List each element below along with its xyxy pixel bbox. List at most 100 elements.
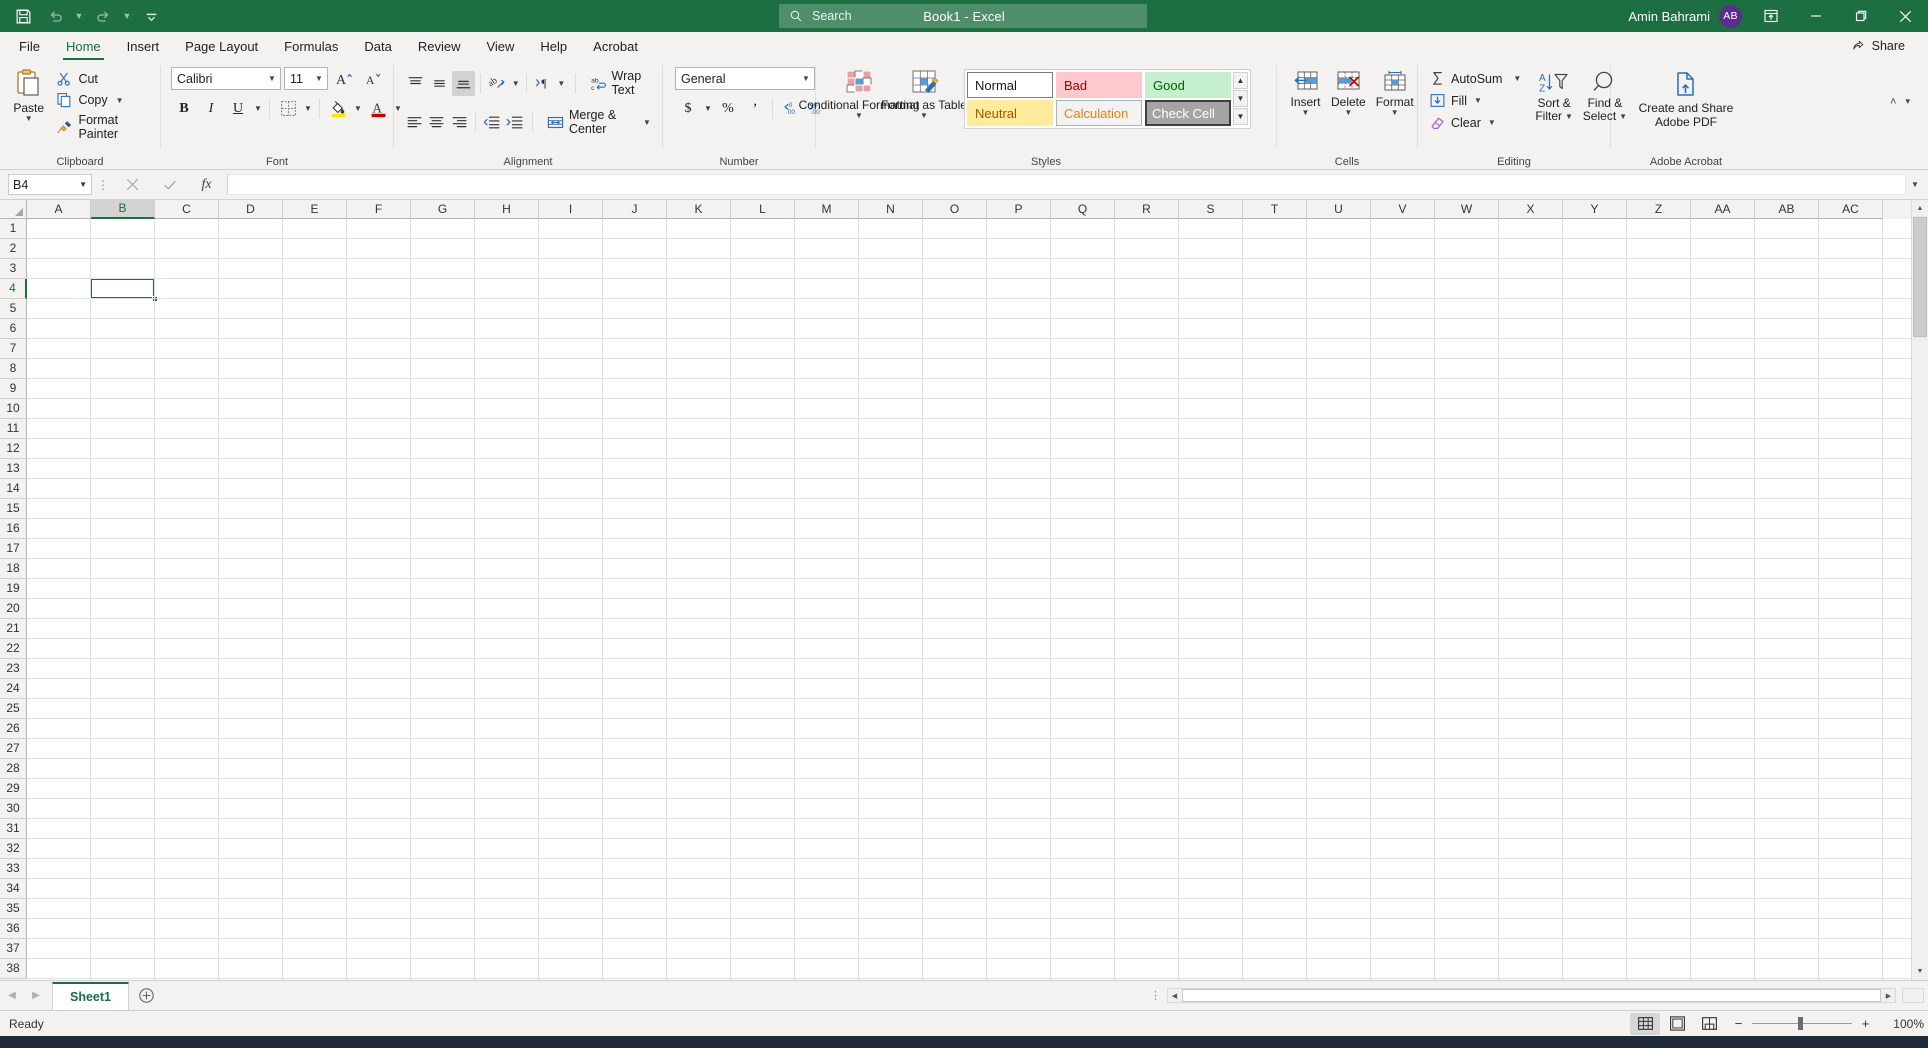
row-header-10[interactable]: 10 (0, 399, 27, 419)
row-header-18[interactable]: 18 (0, 559, 27, 579)
row-header-37[interactable]: 37 (0, 939, 27, 959)
clear-dropdown-icon[interactable]: ▼ (1488, 119, 1496, 127)
fill-dropdown-icon[interactable]: ▼ (1474, 97, 1482, 105)
scroll-up-icon[interactable]: ▲ (1912, 200, 1928, 217)
customize-qat-icon[interactable] (136, 3, 166, 29)
column-header-T[interactable]: T (1243, 200, 1307, 219)
fill-color-button[interactable] (325, 96, 351, 121)
select-all-button[interactable] (0, 200, 27, 219)
increase-decimal-button[interactable]: 0.00 (777, 96, 801, 121)
tab-view[interactable]: View (473, 34, 527, 60)
row-header-22[interactable]: 22 (0, 639, 27, 659)
row-header-23[interactable]: 23 (0, 659, 27, 679)
formula-input[interactable] (227, 174, 1906, 195)
format-as-table-button[interactable]: Format as Table ▼ (881, 66, 967, 120)
restore-button[interactable] (1838, 0, 1883, 32)
delete-cells-dropdown-icon[interactable]: ▼ (1344, 109, 1352, 117)
column-header-Z[interactable]: Z (1627, 200, 1691, 219)
decrease-font-size-button[interactable]: A (360, 66, 386, 91)
column-header-P[interactable]: P (987, 200, 1051, 219)
text-direction-dropdown-icon[interactable]: ▼ (556, 71, 567, 96)
row-header-7[interactable]: 7 (0, 339, 27, 359)
zoom-in-button[interactable]: + (1859, 1016, 1872, 1031)
column-header-AA[interactable]: AA (1691, 200, 1755, 219)
center-align-button[interactable] (426, 110, 447, 135)
decrease-indent-button[interactable] (481, 110, 502, 135)
column-header-H[interactable]: H (475, 200, 539, 219)
borders-dropdown-icon[interactable]: ▼ (302, 96, 314, 121)
chevron-down-icon[interactable]: ▼ (79, 180, 87, 189)
row-header-17[interactable]: 17 (0, 539, 27, 559)
format-cells-dropdown-icon[interactable]: ▼ (1391, 109, 1399, 117)
tab-data[interactable]: Data (351, 34, 404, 60)
sheet-split-handle[interactable]: ⋮ (1150, 989, 1161, 1002)
gallery-more-icon[interactable]: ▼ (1233, 108, 1248, 125)
align-left-button[interactable] (404, 110, 425, 135)
italic-button[interactable]: I (198, 96, 224, 121)
column-header-N[interactable]: N (859, 200, 923, 219)
row-header-21[interactable]: 21 (0, 619, 27, 639)
gallery-scroll-up-icon[interactable]: ▲ (1233, 72, 1248, 89)
autosum-dropdown-icon[interactable]: ▼ (1513, 75, 1521, 83)
tab-help[interactable]: Help (527, 34, 580, 60)
column-header-X[interactable]: X (1499, 200, 1563, 219)
delete-cells-button[interactable]: Delete ▼ (1326, 66, 1371, 117)
formula-bar-handle[interactable]: ⋮ (92, 178, 114, 192)
column-header-J[interactable]: J (603, 200, 667, 219)
increase-font-size-button[interactable]: A (331, 66, 357, 91)
column-header-D[interactable]: D (219, 200, 283, 219)
ribbon-options-icon[interactable]: ▾ (1905, 96, 1910, 107)
bold-button[interactable]: B (171, 96, 197, 121)
minimize-button[interactable] (1793, 0, 1838, 32)
borders-button[interactable] (275, 96, 301, 121)
sheet-tab-sheet1[interactable]: Sheet1 (52, 981, 129, 1010)
column-header-G[interactable]: G (411, 200, 475, 219)
column-header-O[interactable]: O (923, 200, 987, 219)
previous-sheet-button[interactable]: ◀ (0, 990, 24, 1001)
copy-dropdown-icon[interactable]: ▼ (116, 96, 124, 104)
row-header-5[interactable]: 5 (0, 299, 27, 319)
zoom-slider[interactable]: − + (1732, 1016, 1872, 1031)
column-header-AC[interactable]: AC (1819, 200, 1883, 219)
horizontal-scroll-thumb[interactable] (1182, 989, 1881, 1002)
text-direction-button[interactable]: ¶ (532, 71, 555, 96)
autosum-button[interactable]: AutoSum ▼ (1426, 68, 1526, 89)
row-header-4[interactable]: 4 (0, 279, 27, 299)
style-check-cell[interactable]: Check Cell (1145, 100, 1231, 126)
row-header-35[interactable]: 35 (0, 899, 27, 919)
cell-area[interactable] (27, 219, 1928, 980)
vertical-scroll-thumb[interactable] (1913, 217, 1927, 337)
undo-icon[interactable] (40, 3, 70, 29)
save-icon[interactable] (8, 3, 38, 29)
column-header-AB[interactable]: AB (1755, 200, 1819, 219)
clear-button[interactable]: Clear ▼ (1426, 112, 1526, 133)
orientation-button[interactable]: ab (486, 71, 509, 96)
scroll-right-icon[interactable]: ▶ (1882, 992, 1895, 1000)
column-header-B[interactable]: B (91, 200, 155, 219)
scroll-down-icon[interactable]: ▼ (1912, 963, 1928, 980)
column-header-M[interactable]: M (795, 200, 859, 219)
style-neutral[interactable]: Neutral (967, 100, 1053, 126)
accounting-format-button[interactable]: $ (675, 96, 701, 121)
increase-indent-button[interactable] (503, 110, 524, 135)
merge-center-button[interactable]: Merge & Center ▼ (541, 105, 657, 139)
column-header-Q[interactable]: Q (1051, 200, 1115, 219)
normal-view-icon[interactable] (1630, 1012, 1660, 1035)
page-break-preview-icon[interactable] (1694, 1013, 1724, 1035)
font-color-button[interactable]: A (365, 96, 391, 121)
column-header-V[interactable]: V (1371, 200, 1435, 219)
style-good[interactable]: Good (1145, 72, 1231, 98)
underline-button[interactable]: U (225, 96, 251, 121)
scroll-left-icon[interactable]: ◀ (1168, 992, 1181, 1000)
row-header-9[interactable]: 9 (0, 379, 27, 399)
font-name-combo[interactable]: Calibri ▼ (171, 67, 281, 90)
tab-formulas[interactable]: Formulas (271, 34, 351, 60)
tab-file[interactable]: File (6, 34, 53, 60)
row-header-20[interactable]: 20 (0, 599, 27, 619)
paste-dropdown-icon[interactable]: ▼ (25, 115, 33, 123)
merge-center-dropdown-icon[interactable]: ▼ (643, 118, 651, 126)
row-header-33[interactable]: 33 (0, 859, 27, 879)
middle-align-button[interactable] (428, 71, 451, 96)
column-header-R[interactable]: R (1115, 200, 1179, 219)
orientation-dropdown-icon[interactable]: ▼ (510, 71, 521, 96)
